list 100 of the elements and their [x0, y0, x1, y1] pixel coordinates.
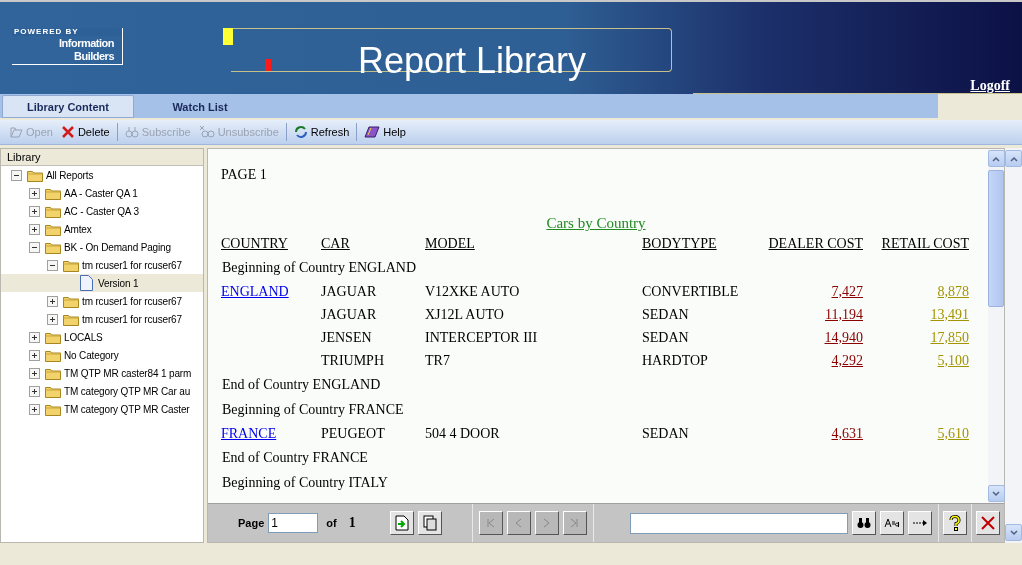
tab[interactable]: Watch List — [134, 95, 266, 118]
toolbar-button[interactable]: Delete — [57, 125, 113, 139]
expand-icon[interactable] — [29, 367, 40, 379]
table-cell[interactable]: 11,194 — [753, 303, 865, 326]
table-cell[interactable]: 4,631 — [753, 422, 865, 445]
folder-icon — [45, 348, 61, 362]
scroll-down-button[interactable] — [987, 485, 1005, 502]
find-next-button[interactable] — [907, 511, 932, 535]
tree-item[interactable]: TM QTP MR caster84 1 parm — [1, 364, 203, 382]
binoculars-icon — [198, 125, 215, 139]
expand-icon[interactable] — [29, 223, 40, 235]
tree-item[interactable]: BK - On Demand Paging — [1, 238, 203, 256]
table-cell: JENSEN — [321, 326, 425, 349]
column-header: BODYTYPE — [642, 234, 718, 253]
tree-item[interactable]: tm rcuser1 for rcuser67 — [1, 256, 203, 274]
logo: POWERED BY Information Builders — [12, 28, 123, 65]
export-button[interactable] — [389, 511, 414, 535]
tree-item[interactable]: Amtex — [1, 220, 203, 238]
page-label: PAGE 1 — [221, 167, 268, 183]
expand-icon[interactable] — [47, 295, 58, 307]
expand-icon[interactable] — [29, 331, 40, 343]
page-nav-button[interactable] — [534, 511, 559, 535]
help-button[interactable] — [943, 511, 967, 535]
table-cell[interactable]: 4,292 — [753, 349, 865, 372]
expand-icon[interactable] — [29, 187, 40, 199]
collapse-icon[interactable] — [47, 259, 58, 271]
toolbar-button[interactable]: Refresh — [290, 125, 353, 139]
expand-icon[interactable] — [47, 313, 58, 325]
expand-icon[interactable] — [29, 349, 40, 361]
country-link[interactable]: ENGLAND — [221, 283, 289, 299]
table-cell: TRIUMPH — [321, 349, 425, 372]
title-marker — [265, 59, 271, 71]
refresh-icon — [293, 125, 308, 139]
table-cell: INTERCEPTOR III — [425, 326, 642, 349]
logoff-link[interactable]: Logoff — [970, 78, 1010, 94]
folder-icon — [45, 222, 61, 236]
tree-item[interactable]: AC - Caster QA 3 — [1, 202, 203, 220]
column-header: MODEL — [425, 232, 642, 255]
collapse-icon[interactable] — [29, 241, 40, 253]
tree-item[interactable]: tm rcuser1 for rcuser67 — [1, 292, 203, 310]
last-page-icon — [569, 518, 580, 528]
toolbar-button[interactable]: Help — [361, 125, 409, 139]
folder-icon — [45, 204, 61, 218]
table-cell-text: SEDAN — [642, 305, 690, 324]
document-icon — [80, 275, 93, 291]
page-nav-button[interactable] — [506, 511, 531, 535]
group-note: Beginning of Country FRANCE — [221, 400, 405, 419]
match-case-icon — [883, 518, 900, 528]
match-case-button[interactable] — [879, 511, 904, 535]
page-field[interactable]: 1 — [268, 513, 319, 533]
group-note: End of Country ENGLAND — [221, 375, 382, 394]
chevron-down-icon — [992, 490, 1000, 497]
page-nav-button[interactable] — [562, 511, 587, 535]
tree-item[interactable]: tm rcuser1 for rcuser67 — [1, 310, 203, 328]
expand-icon[interactable] — [29, 385, 40, 397]
table-cell: PEUGEOT — [321, 422, 425, 445]
table-cell[interactable]: 14,940 — [753, 326, 865, 349]
arrow-right-icon — [911, 519, 928, 527]
table-cell: XJ12L AUTO — [425, 303, 642, 326]
tree-item[interactable]: TM category QTP MR Car au — [1, 382, 203, 400]
tree-item[interactable]: All Reports — [1, 166, 203, 184]
first-page-icon — [485, 518, 496, 528]
scrollbar-thumb[interactable] — [988, 170, 1004, 307]
folder-icon — [45, 402, 61, 416]
scroll-down-button[interactable] — [1005, 524, 1022, 541]
folder-icon — [63, 294, 79, 308]
tree-item[interactable]: TM category QTP MR Caster — [1, 400, 203, 418]
column-header: CAR — [321, 232, 425, 255]
folder-icon — [45, 186, 61, 200]
tree-item[interactable]: Version 1 — [1, 274, 203, 292]
binoculars-icon — [856, 517, 871, 529]
collapse-icon[interactable] — [11, 169, 22, 181]
tab[interactable]: Library Content — [2, 95, 134, 118]
expand-icon[interactable] — [29, 205, 40, 217]
tree-item[interactable]: No Category — [1, 346, 203, 364]
tree-item[interactable]: AA - Caster QA 1 — [1, 184, 203, 202]
pages-icon — [422, 515, 437, 531]
panel-title: Library — [1, 149, 203, 166]
page-nav-button[interactable] — [478, 511, 503, 535]
scroll-up-button[interactable] — [1005, 150, 1022, 167]
close-button[interactable] — [976, 511, 1000, 535]
report-title: Cars by Country — [546, 215, 646, 231]
tree-item[interactable]: LOCALS — [1, 328, 203, 346]
group-note: Beginning of Country ITALY — [221, 473, 389, 492]
country-link[interactable]: FRANCE — [221, 425, 277, 441]
pages-button[interactable] — [417, 511, 442, 535]
table-cell: JAGUAR — [321, 280, 425, 303]
folder-icon — [63, 312, 79, 326]
scroll-up-button[interactable] — [987, 150, 1005, 167]
search-button[interactable] — [851, 511, 876, 535]
table-cell[interactable]: 7,427 — [753, 280, 865, 303]
binoculars-icon — [124, 125, 139, 139]
export-icon — [394, 515, 409, 531]
search-field[interactable] — [629, 512, 848, 534]
page-total: 1 — [348, 515, 356, 531]
table-cell: TR7 — [425, 349, 642, 372]
expand-icon[interactable] — [29, 403, 40, 415]
group-note: Beginning of Country ENGLAND — [221, 258, 418, 277]
table-cell-text: HARDTOP — [642, 351, 709, 370]
page-title: Report Library — [358, 40, 587, 82]
